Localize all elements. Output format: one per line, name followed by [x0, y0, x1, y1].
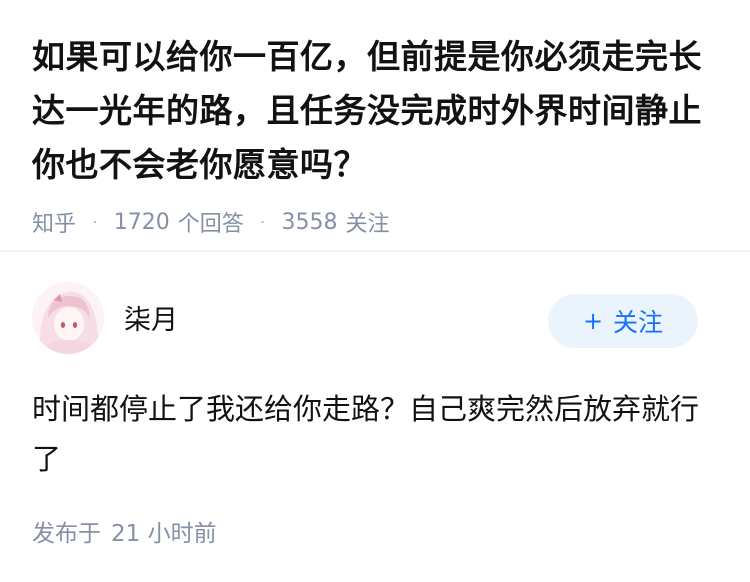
answer-content[interactable]: 时间都停止了我还给你走路？自己爽完然后放弃就行了: [32, 384, 712, 484]
follow-button[interactable]: + 关注: [548, 294, 698, 348]
meta-separator-dot: ·: [92, 211, 98, 233]
answer-count: 1720: [113, 209, 170, 235]
plus-icon: +: [582, 307, 604, 335]
follower-count: 3558: [281, 209, 338, 235]
answer-count-label: 个回答: [177, 212, 244, 237]
published-time: 发布于 21 小时前: [32, 514, 217, 548]
meta-separator-dot: ·: [259, 211, 266, 233]
anime-avatar-icon: [32, 282, 104, 354]
answer-author-row: 柒月 + 关注: [32, 282, 718, 354]
avatar[interactable]: [32, 282, 104, 354]
question-meta: 知乎 · 1720 个回答 · 3558 关注: [32, 206, 722, 238]
source-label[interactable]: 知乎: [32, 206, 76, 238]
question-title[interactable]: 如果可以给你一百亿，但前提是你必须走完长达一光年的路，且任务没完成时外界时间静止…: [32, 30, 722, 192]
question-header: 如果可以给你一百亿，但前提是你必须走完长达一光年的路，且任务没完成时外界时间静止…: [32, 30, 722, 238]
published-time-value: 21 小时前: [111, 521, 217, 547]
published-prefix: 发布于: [32, 521, 101, 547]
section-divider: [0, 250, 750, 252]
author-name[interactable]: 柒月: [124, 298, 178, 337]
follower-count-label: 关注: [345, 212, 390, 237]
follow-button-label: 关注: [613, 308, 664, 337]
